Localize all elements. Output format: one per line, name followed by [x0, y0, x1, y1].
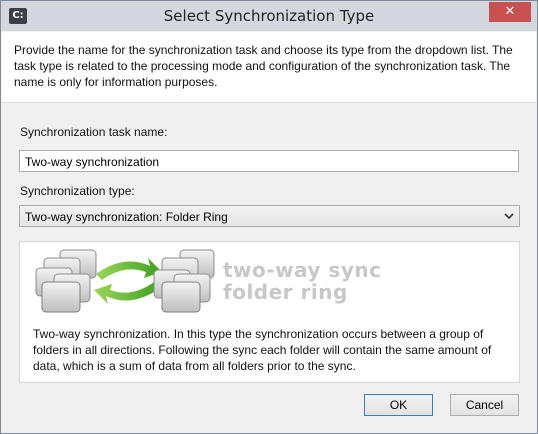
caption-line-1: two-way sync [223, 258, 382, 282]
folder-stack-icon [153, 249, 215, 313]
header-panel: Provide the name for the synchronization… [2, 32, 536, 103]
ok-button[interactable]: OK [364, 394, 433, 416]
task-name-input[interactable]: Two-way synchronization [19, 150, 519, 172]
close-button[interactable]: ✕ [489, 2, 531, 22]
folder-ring-illustration [35, 249, 215, 313]
caption-line-2: folder ring [223, 280, 348, 304]
chevron-down-icon [504, 213, 514, 220]
task-name-value: Two-way synchronization [25, 155, 160, 169]
dialog-window: C: Select Synchronization Type ✕ Provide… [0, 0, 538, 434]
folder-stack-icon [35, 249, 97, 313]
sync-type-dropdown[interactable]: Two-way synchronization: Folder Ring [19, 205, 520, 227]
sync-type-value: Two-way synchronization: Folder Ring [25, 210, 228, 224]
description-panel: two-way sync folder ring Two-way synchro… [19, 241, 520, 383]
header-description: Provide the name for the synchronization… [14, 43, 513, 89]
title-bar[interactable]: C: Select Synchronization Type ✕ [1, 1, 537, 31]
sync-type-description: Two-way synchronization. In this type th… [33, 327, 492, 373]
task-name-label: Synchronization task name: [20, 125, 168, 139]
dialog-title: Select Synchronization Type [163, 7, 375, 25]
cancel-button[interactable]: Cancel [450, 394, 519, 416]
sync-type-label: Synchronization type: [20, 184, 135, 198]
sync-arrows-icon [94, 258, 162, 304]
sync-type-caption: two-way sync folder ring [223, 259, 381, 303]
